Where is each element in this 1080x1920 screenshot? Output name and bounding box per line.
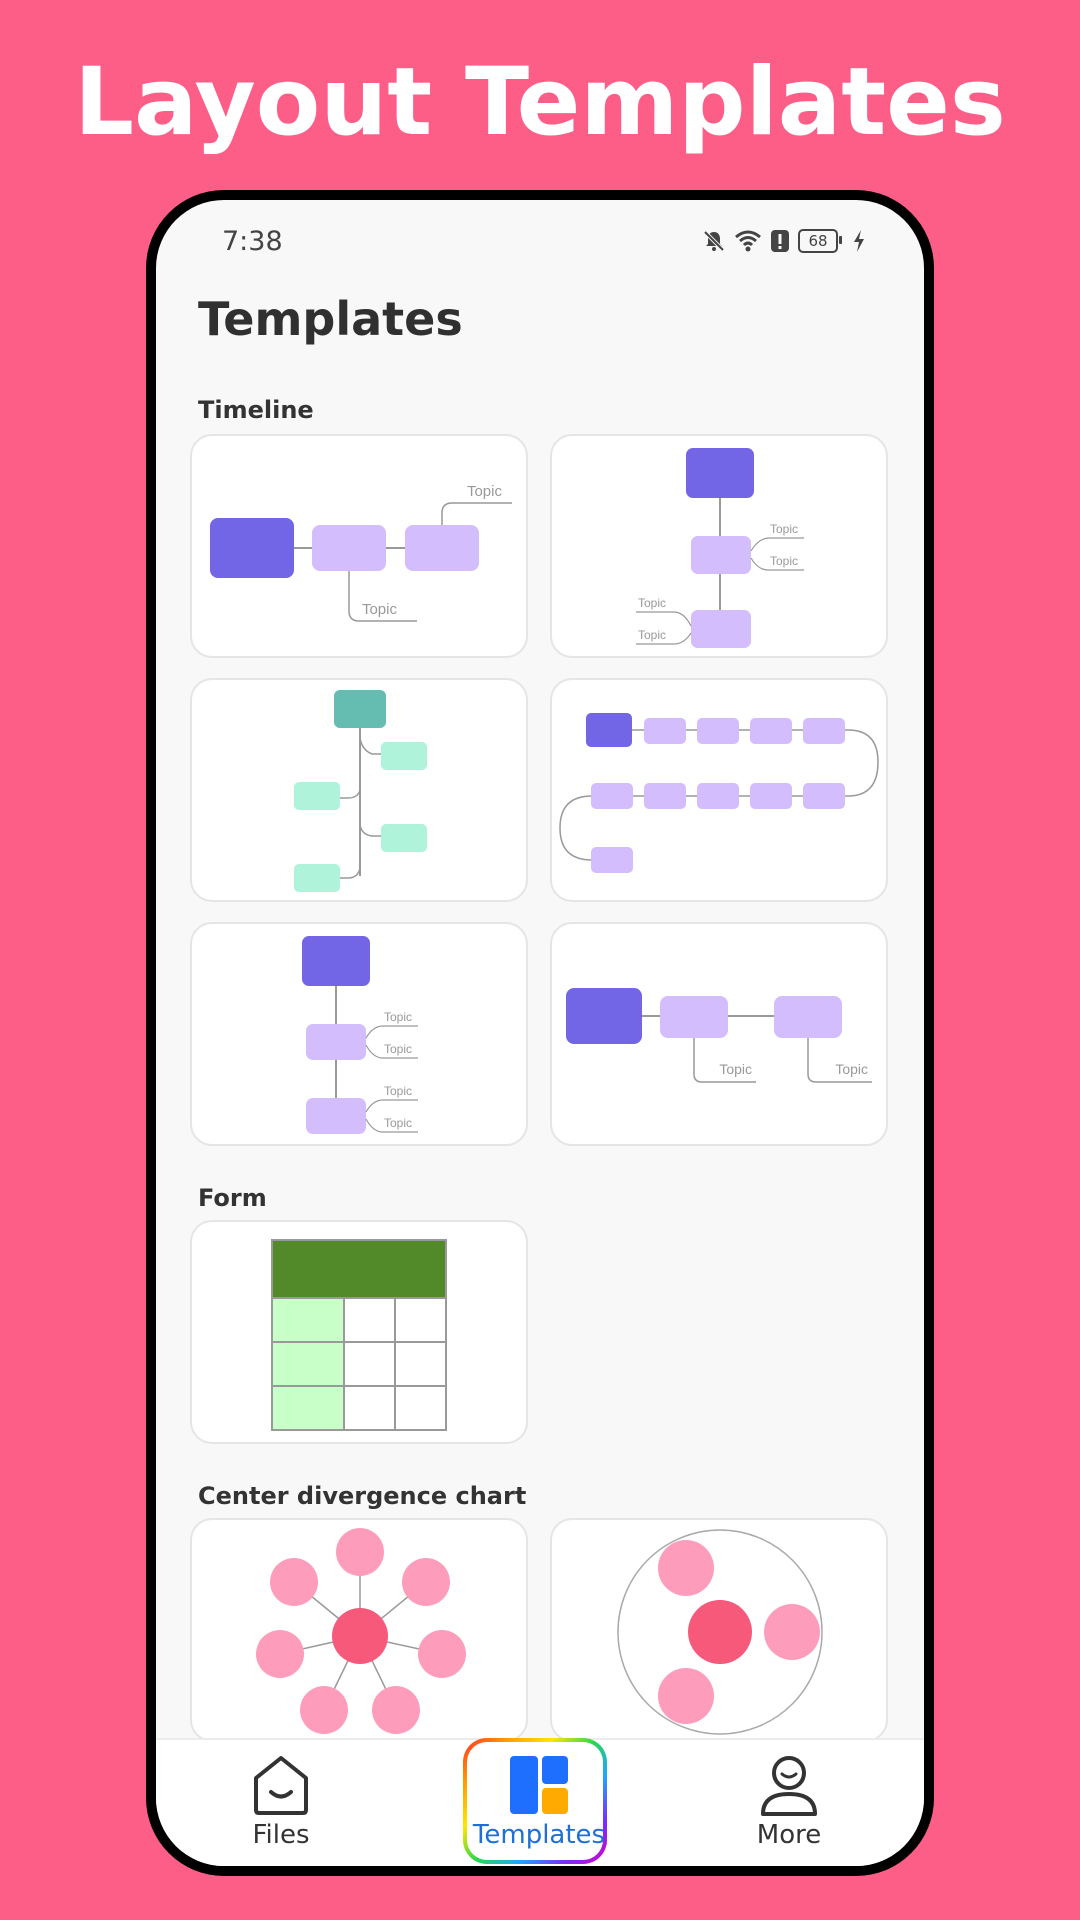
status-icons: 68 — [702, 226, 866, 256]
template-preview — [294, 690, 427, 892]
template-preview — [256, 1528, 466, 1734]
template-card-center-1[interactable] — [190, 1518, 528, 1742]
nav-templates[interactable]: Templates — [466, 1740, 612, 1866]
svg-text:Topic: Topic — [362, 601, 398, 618]
battery-icon: 68 — [798, 229, 842, 253]
phone-screen: 7:38 68 Templates Timeline Topic Topic T… — [156, 200, 924, 1866]
nav-files[interactable]: Files — [216, 1740, 346, 1866]
svg-text:Topic: Topic — [384, 1084, 412, 1098]
nav-files-label: Files — [252, 1820, 310, 1850]
phone-frame: 7:38 68 Templates Timeline Topic Topic T… — [146, 190, 934, 1876]
template-preview — [559, 713, 879, 873]
charging-icon — [854, 230, 864, 252]
svg-text:Topic: Topic — [835, 1061, 868, 1077]
svg-text:Topic: Topic — [384, 1116, 412, 1130]
svg-text:Topic: Topic — [467, 483, 503, 500]
alert-icon — [771, 230, 789, 252]
svg-text:Topic: Topic — [384, 1042, 412, 1056]
svg-text:Topic: Topic — [638, 628, 666, 642]
template-card-timeline-2[interactable]: Topic Topic Topic Topic — [550, 434, 888, 658]
nav-more[interactable]: More — [724, 1740, 854, 1866]
template-card-timeline-5[interactable]: Topic Topic Topic Topic — [190, 922, 528, 1146]
status-bar: 7:38 68 — [156, 200, 924, 280]
promo-headline: Layout Templates — [74, 48, 1006, 157]
section-center-divergence: Center divergence chart — [198, 1482, 527, 1510]
svg-text:Topic: Topic — [770, 554, 798, 568]
bottom-nav: Files Templates More — [156, 1738, 924, 1866]
template-preview: Topic Topic Topic Topic — [302, 936, 418, 1134]
section-timeline: Timeline — [198, 396, 314, 424]
svg-text:Topic: Topic — [638, 596, 666, 610]
svg-text:Topic: Topic — [770, 522, 798, 536]
template-preview — [617, 1529, 823, 1735]
wifi-icon — [735, 230, 761, 252]
templates-icon — [510, 1756, 568, 1814]
template-preview: Topic Topic — [210, 483, 512, 622]
home-icon — [254, 1756, 308, 1815]
template-preview: Topic Topic Topic Topic — [636, 448, 804, 648]
template-card-timeline-4[interactable] — [550, 678, 888, 902]
page-title: Templates — [198, 292, 463, 346]
template-preview: Topic Topic — [566, 988, 872, 1083]
status-time: 7:38 — [222, 226, 283, 257]
profile-icon — [761, 1756, 817, 1816]
section-form: Form — [198, 1184, 267, 1212]
nav-templates-label: Templates — [472, 1820, 606, 1850]
template-card-form[interactable] — [190, 1220, 528, 1444]
template-card-timeline-1[interactable]: Topic Topic — [190, 434, 528, 658]
svg-text:Topic: Topic — [719, 1061, 752, 1077]
nav-more-label: More — [756, 1820, 822, 1850]
template-card-timeline-3[interactable] — [190, 678, 528, 902]
template-card-center-2[interactable] — [550, 1518, 888, 1742]
template-preview — [271, 1239, 447, 1431]
svg-text:Topic: Topic — [384, 1010, 412, 1024]
bell-muted-icon — [703, 230, 725, 252]
template-card-timeline-6[interactable]: Topic Topic — [550, 922, 888, 1146]
